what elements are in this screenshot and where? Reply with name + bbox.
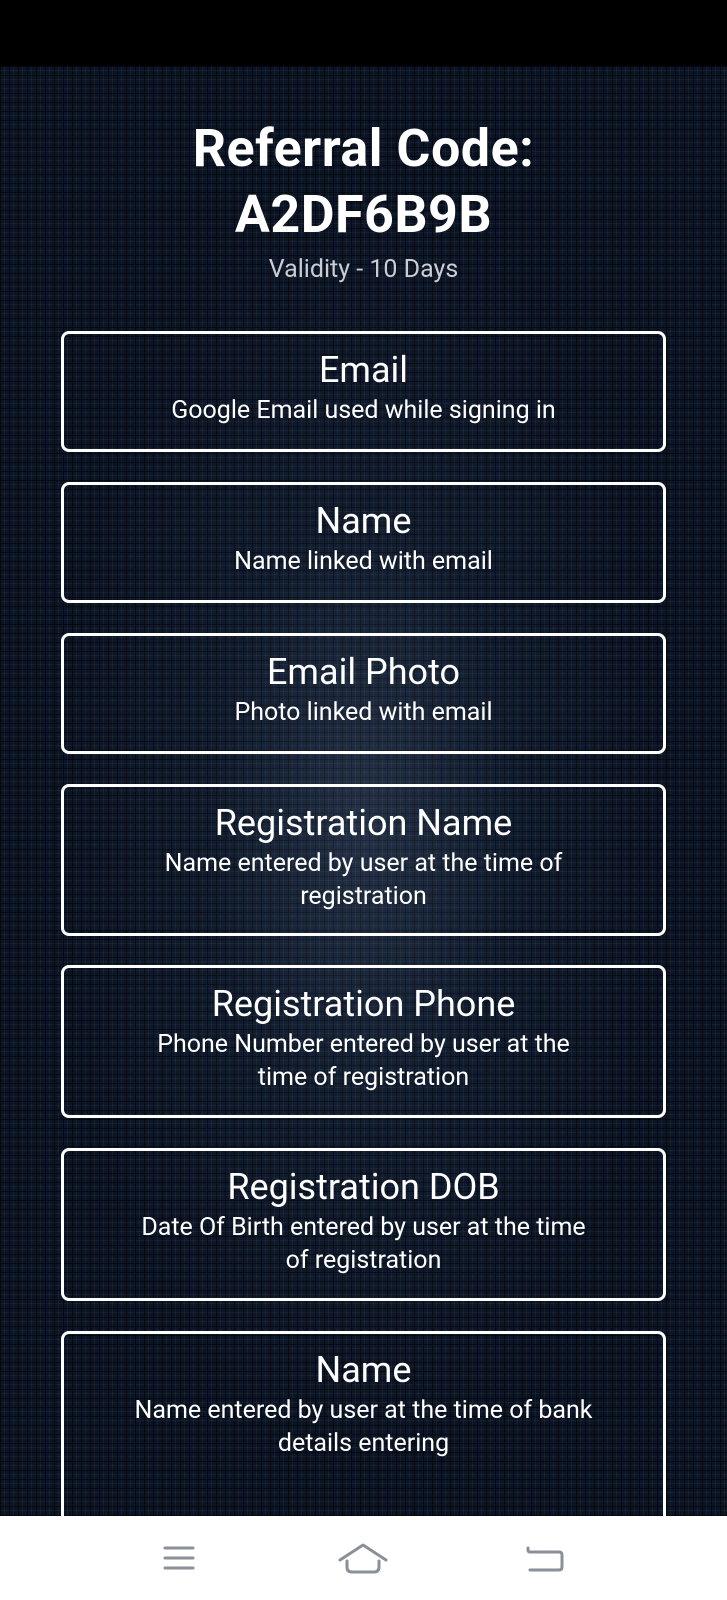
status-bar <box>0 0 727 66</box>
card-description-line: Name entered by user at the time of <box>164 849 563 878</box>
back-button[interactable] <box>517 1536 577 1580</box>
validity-text: Validity - 10 Days <box>268 255 459 284</box>
referral-code-value: A2DF6B9B <box>234 184 493 245</box>
back-icon <box>526 1546 564 1572</box>
card-description: Google Email used while signing in <box>171 396 556 425</box>
referral-screen[interactable]: Referral Code: A2DF6B9B Validity - 10 Da… <box>0 66 727 1516</box>
navigation-bar <box>0 1516 727 1600</box>
card-description: Name entered by user at the time of regi… <box>80 847 647 913</box>
card-description: Photo linked with email <box>234 698 493 727</box>
menu-button[interactable] <box>149 1536 209 1580</box>
card-title: Registration Name <box>214 802 513 844</box>
card-title: Email <box>318 349 409 391</box>
home-icon <box>338 1543 388 1574</box>
card-title: Registration DOB <box>227 1166 500 1208</box>
card-title: Registration Phone <box>211 983 516 1025</box>
card-name: Name Name linked with email <box>61 482 666 603</box>
card-registration-name: Registration Name Name entered by user a… <box>61 784 666 936</box>
card-description: Name entered by user at the time of bank… <box>80 1394 647 1460</box>
card-registration-dob: Registration DOB Date Of Birth entered b… <box>61 1148 666 1301</box>
card-description: Name linked with email <box>234 547 493 576</box>
card-description-line: registration <box>300 882 427 911</box>
home-button[interactable] <box>333 1536 393 1580</box>
referral-code-title: Referral Code: A2DF6B9B <box>0 116 727 248</box>
menu-icon <box>163 1546 195 1570</box>
card-description: Phone Number entered by user at the time… <box>80 1028 647 1094</box>
card-email-photo: Email Photo Photo linked with email <box>61 633 666 754</box>
referral-code-label: Referral Code: <box>192 118 535 179</box>
card-description: Date Of Birth entered by user at the tim… <box>80 1211 647 1277</box>
card-description-line: Name entered by user at the time of bank <box>134 1396 593 1425</box>
card-description-line: Date Of Birth entered by user at the tim… <box>141 1213 586 1242</box>
card-title: Name <box>315 500 412 542</box>
card-description-line: of registration <box>285 1246 442 1275</box>
card-email: Email Google Email used while signing in <box>61 331 666 452</box>
card-description-line: details entering <box>277 1429 450 1458</box>
card-description-line: time of registration <box>257 1063 470 1092</box>
card-title: Email Photo <box>266 651 461 693</box>
card-bank-name: Name Name entered by user at the time of… <box>61 1331 666 1516</box>
card-title: Name <box>315 1349 412 1391</box>
header: Referral Code: A2DF6B9B Validity - 10 Da… <box>0 116 727 288</box>
card-registration-phone: Registration Phone Phone Number entered … <box>61 965 666 1118</box>
card-description-line: Phone Number entered by user at the <box>157 1030 570 1059</box>
